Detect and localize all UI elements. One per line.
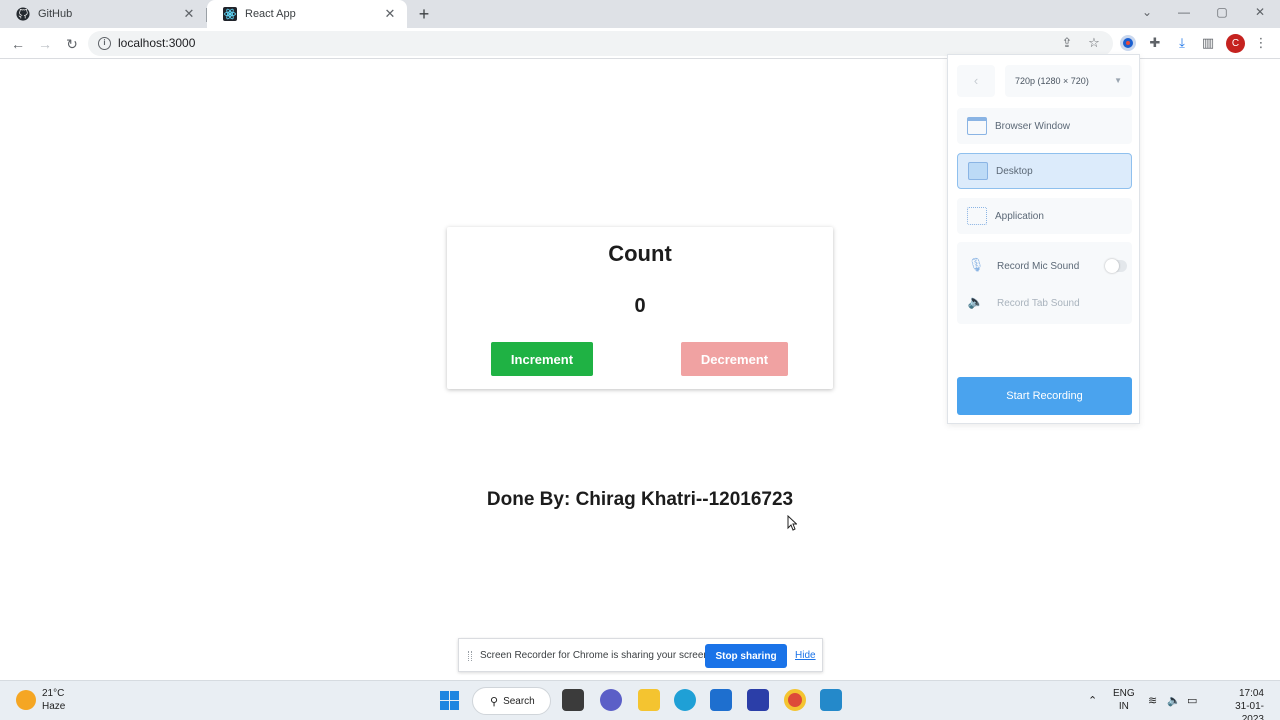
back-icon[interactable]: ← [8, 34, 28, 54]
search-label: Search [503, 695, 535, 707]
language-label[interactable]: ENG [1113, 688, 1135, 699]
side-panel-icon[interactable]: ▥ [1199, 34, 1217, 52]
file-explorer-icon[interactable] [638, 689, 660, 711]
weather-widget[interactable]: 21°C Haze [16, 687, 65, 713]
download-icon[interactable]: ⤓ [1173, 34, 1191, 52]
minimize-icon[interactable]: — [1176, 5, 1192, 19]
windows-start-icon[interactable] [440, 691, 459, 710]
speaker-icon: 🔈 [967, 294, 985, 309]
clock-time[interactable]: 17:04 [1239, 688, 1264, 699]
application-grid-icon [967, 207, 987, 225]
tab-title: React App [245, 8, 296, 20]
tab-sound-label: Record Tab Sound [997, 297, 1080, 309]
source-label: Application [995, 210, 1044, 222]
audio-options: 🎙 Record Mic Sound 🔈 Record Tab Sound [957, 242, 1132, 324]
github-icon [16, 7, 30, 21]
battery-icon[interactable]: ▭ [1187, 694, 1197, 707]
increment-button[interactable]: Increment [491, 342, 593, 376]
menu-kebab-icon[interactable]: ⋮ [1252, 34, 1270, 52]
new-tab-button[interactable]: + [415, 5, 433, 23]
source-browser-window[interactable]: Browser Window [957, 108, 1132, 144]
search-icon: ⚲ [490, 695, 499, 708]
chrome-icon[interactable] [784, 689, 806, 711]
back-chevron-icon[interactable]: ‹ [957, 65, 995, 97]
screen-recorder-panel: ‹ 720p (1280 × 720) ▼ Browser Window Des… [947, 54, 1140, 424]
reload-icon[interactable]: ↻ [62, 34, 82, 54]
source-desktop[interactable]: Desktop [957, 153, 1132, 189]
volume-icon[interactable]: 🔈 [1167, 694, 1181, 707]
weather-condition: Haze [42, 701, 66, 712]
close-tab-icon[interactable]: ✕ [383, 7, 397, 21]
close-window-icon[interactable]: ✕ [1252, 5, 1268, 19]
taskbar-search[interactable]: ⚲ Search [472, 687, 551, 715]
tab-react-app[interactable]: React App ✕ [207, 0, 407, 28]
wifi-icon[interactable]: ≋ [1148, 694, 1157, 707]
show-hidden-icons-icon[interactable]: ⌃ [1088, 694, 1097, 707]
clock-date[interactable]: 31-01-2023 [1235, 701, 1264, 720]
drag-handle-icon[interactable] [468, 651, 472, 661]
maximize-icon[interactable]: ▢ [1214, 5, 1230, 19]
extensions-puzzle-icon[interactable]: ✚ [1146, 34, 1164, 52]
decrement-button[interactable]: Decrement [681, 342, 788, 376]
author-credit: Done By: Chirag Khatri--12016723 [486, 489, 794, 510]
resolution-row: ‹ 720p (1280 × 720) ▼ [957, 65, 1132, 97]
source-application[interactable]: Application [957, 198, 1132, 234]
microphone-icon: 🎙 [967, 257, 985, 272]
bookmark-star-icon[interactable]: ☆ [1086, 35, 1102, 51]
chat-icon[interactable] [600, 689, 622, 711]
record-mic-option: 🎙 Record Mic Sound [967, 257, 1080, 275]
source-label: Desktop [996, 165, 1033, 177]
screen-sharing-bar: Screen Recorder for Chrome is sharing yo… [458, 638, 823, 672]
start-recording-button[interactable]: Start Recording [957, 377, 1132, 415]
desktop-icon [968, 162, 988, 180]
store-icon[interactable] [710, 689, 732, 711]
chevron-down-icon: ▼ [1114, 76, 1122, 85]
tab-search-icon[interactable]: ⌄ [1139, 5, 1155, 19]
screen-recorder-extension-icon[interactable] [1119, 34, 1137, 52]
sharing-message: Screen Recorder for Chrome is sharing yo… [480, 650, 712, 661]
region-label[interactable]: IN [1119, 701, 1129, 712]
tab-github[interactable]: GitHub ✕ [0, 0, 206, 28]
record-tab-sound-option: 🔈 Record Tab Sound [967, 294, 1080, 312]
source-label: Browser Window [995, 120, 1071, 132]
mic-toggle[interactable] [1105, 259, 1127, 273]
stop-sharing-button[interactable]: Stop sharing [705, 644, 787, 668]
resolution-value: 720p (1280 × 720) [1015, 76, 1089, 86]
close-tab-icon[interactable]: ✕ [182, 7, 196, 21]
visual-studio-icon[interactable] [747, 689, 769, 711]
weather-temperature: 21°C [42, 688, 65, 699]
site-info-icon[interactable]: i [98, 37, 111, 50]
haze-sun-icon [16, 690, 36, 710]
tab-title: GitHub [38, 8, 73, 20]
task-view-icon[interactable] [562, 689, 584, 711]
windows-taskbar: 21°C Haze ⚲ Search ⌃ ENG IN ≋ 🔈 ▭ 17:04 … [0, 680, 1280, 720]
edge-icon[interactable] [674, 689, 696, 711]
hide-link[interactable]: Hide [795, 650, 816, 661]
resolution-select[interactable]: 720p (1280 × 720) ▼ [1005, 65, 1132, 97]
profile-avatar[interactable]: C [1226, 34, 1245, 53]
mic-label: Record Mic Sound [997, 260, 1080, 272]
tab-strip: GitHub ✕ React App ✕ + ⌄ — ▢ ✕ [0, 0, 1280, 28]
browser-window-icon [967, 117, 987, 135]
share-icon[interactable]: ⇪ [1059, 35, 1075, 51]
address-bar[interactable]: i localhost:3000 ⇪ ☆ [88, 31, 1113, 56]
vscode-icon[interactable] [820, 689, 842, 711]
forward-icon[interactable]: → [35, 34, 55, 54]
react-icon [223, 7, 237, 21]
mouse-cursor-icon [787, 515, 797, 531]
url-text[interactable]: localhost:3000 [118, 36, 195, 50]
